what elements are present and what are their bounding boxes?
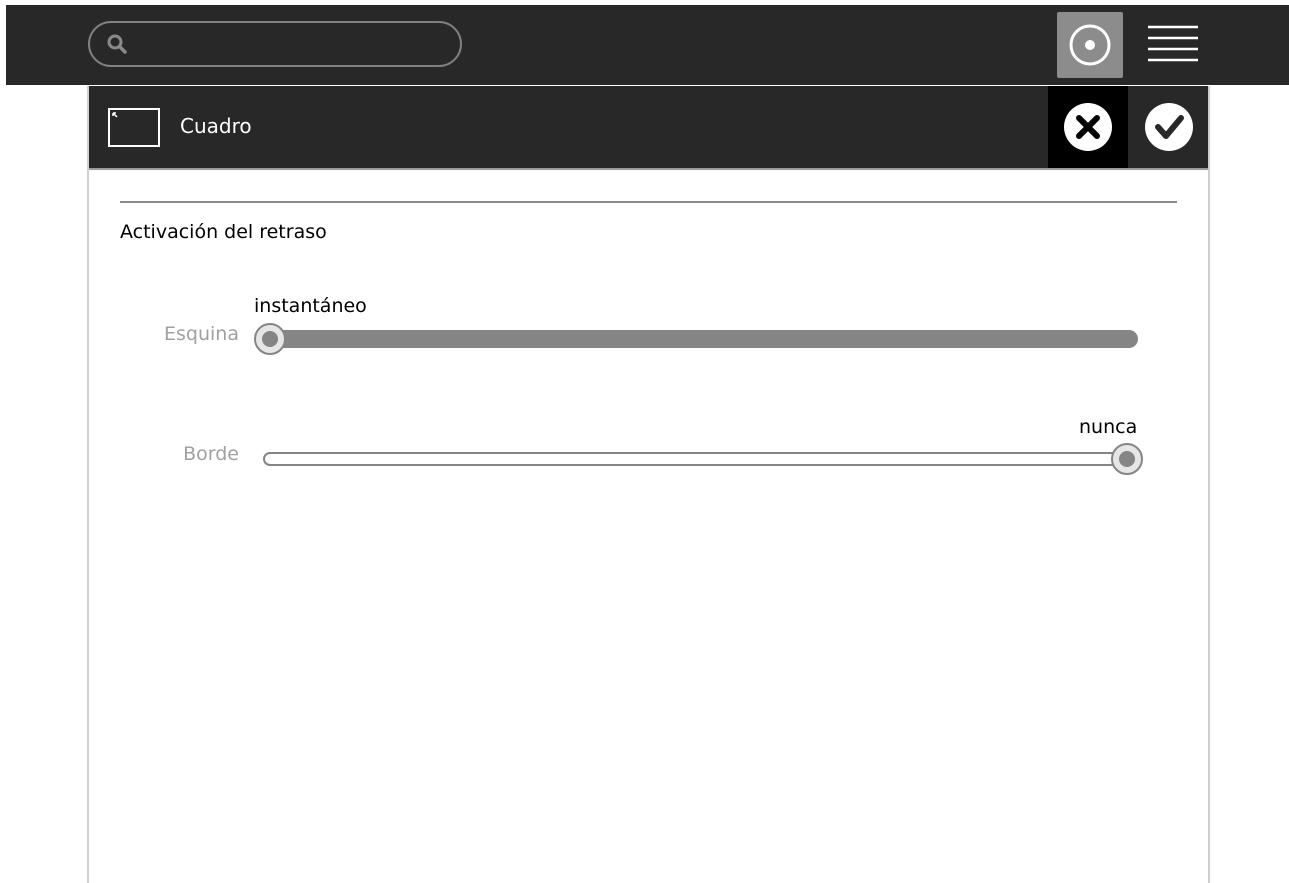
section-title: Activación del retraso <box>120 221 327 243</box>
section-divider <box>120 201 1177 203</box>
search-box[interactable] <box>88 21 462 67</box>
panel-title: Cuadro <box>180 114 252 138</box>
menu-button[interactable] <box>1140 12 1206 78</box>
cancel-button[interactable] <box>1048 86 1128 168</box>
check-icon <box>1129 103 1209 172</box>
edge-slider-label: Borde <box>183 443 239 465</box>
settings-panel: Cuadro Activación del retraso Esquina in… <box>87 86 1210 883</box>
search-icon <box>106 33 128 55</box>
frame-icon <box>108 108 160 148</box>
corner-slider-label: Esquina <box>164 323 239 345</box>
search-input[interactable] <box>138 29 442 61</box>
top-toolbar <box>6 5 1289 85</box>
panel-toolbar: Cuadro <box>89 86 1208 170</box>
accept-button[interactable] <box>1129 86 1209 168</box>
activity-view-button[interactable] <box>1057 12 1123 78</box>
corner-slider-value: instantáneo <box>254 295 367 317</box>
corner-slider-track[interactable] <box>263 330 1138 348</box>
edge-slider-value: nunca <box>1079 416 1138 438</box>
edge-slider-handle[interactable] <box>1111 443 1143 475</box>
edge-slider-track[interactable] <box>263 452 1138 466</box>
hamburger-icon <box>1140 25 1206 82</box>
close-icon <box>1048 103 1128 172</box>
corner-slider-handle[interactable] <box>254 323 286 355</box>
radio-dot-icon <box>1057 24 1123 82</box>
